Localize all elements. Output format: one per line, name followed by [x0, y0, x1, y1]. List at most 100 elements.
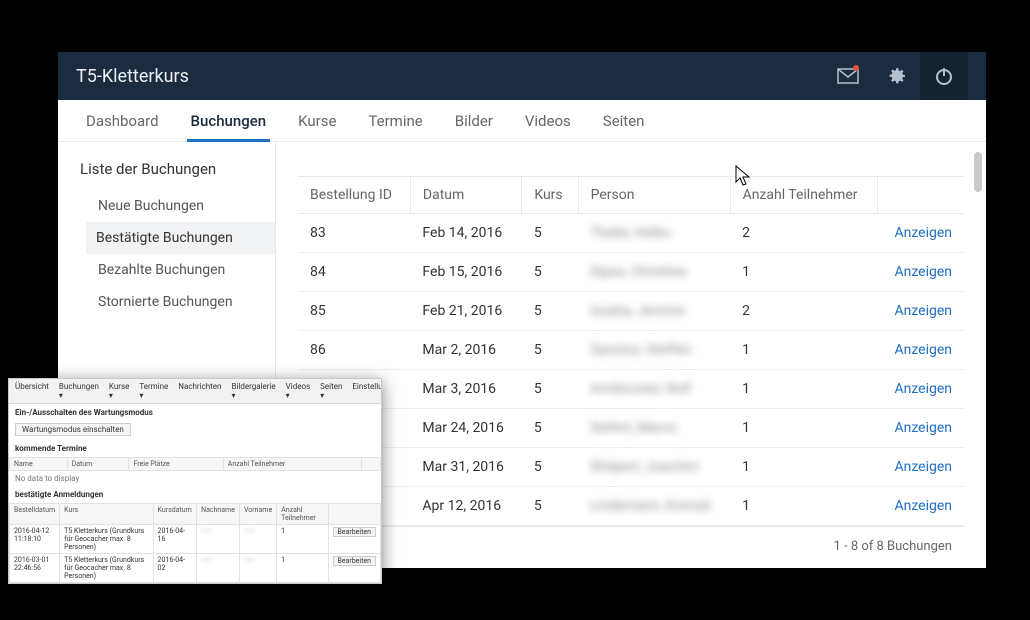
- ov-menu-videos[interactable]: Videos ▾: [284, 381, 312, 401]
- cell-date: Mar 2, 2016: [410, 331, 521, 370]
- table-row: Apr 12, 20165Lindemann, Konrad1Anzeigen: [298, 487, 964, 526]
- inbox-icon[interactable]: [824, 52, 872, 100]
- ov-cell-kursdatum: 2016-04-16: [153, 583, 197, 585]
- ov-menu-bildergalerie[interactable]: Bildergalerie ▾: [229, 381, 277, 401]
- ov-cell-vorname: ——: [239, 583, 276, 585]
- content: Bestellung ID Datum Kurs Person Anzahl T…: [276, 142, 986, 568]
- sidebar-item-neue[interactable]: Neue Buchungen: [86, 190, 275, 222]
- cell-count: 1: [730, 487, 878, 526]
- cell-count: 1: [730, 370, 878, 409]
- col-anzahl-teilnehmer[interactable]: Anzahl Teilnehmer: [730, 177, 878, 214]
- view-link[interactable]: Anzeigen: [878, 331, 964, 370]
- view-link[interactable]: Anzeigen: [878, 214, 964, 253]
- gear-icon[interactable]: [872, 52, 920, 100]
- overlay-row: 2016-03-2419:17:37T5 Kletterkurs (Grundk…: [10, 583, 381, 585]
- tab-bilder[interactable]: Bilder: [439, 100, 509, 141]
- cell-person: Sipos, Christine: [578, 253, 730, 292]
- ov-up-col-freie: Freie Plätze: [129, 458, 223, 471]
- view-link[interactable]: Anzeigen: [878, 292, 964, 331]
- ov-cell-vorname: ——: [239, 525, 276, 554]
- tab-buchungen[interactable]: Buchungen: [175, 100, 283, 141]
- ov-cell-action: Bearbeiten: [328, 554, 381, 583]
- cell-date: Feb 14, 2016: [410, 214, 521, 253]
- cell-count: 1: [730, 253, 878, 292]
- ov-cell-bestelldatum: 2016-04-1211:18:10: [10, 525, 60, 554]
- header-icons: [824, 52, 968, 100]
- overlay-maint-title: Ein-/Ausschalten des Wartungsmodus: [9, 404, 381, 421]
- table-header-row: Bestellung ID Datum Kurs Person Anzahl T…: [298, 177, 964, 214]
- ov-cell-kurs: T5 Kletterkurs (Grundkurs für Geocacher …: [60, 554, 153, 583]
- cell-kurs: 5: [522, 409, 578, 448]
- sidebar-title: Liste der Buchungen: [80, 160, 275, 178]
- table-row: 85Feb 21, 20165Izsaha, Jerome2Anzeigen: [298, 292, 964, 331]
- table-row: Mar 3, 20165Armbruster, Rolf1Anzeigen: [298, 370, 964, 409]
- tab-termine[interactable]: Termine: [352, 100, 438, 141]
- ov-cell-nachname: ——: [197, 525, 240, 554]
- ov-menu-buchungen[interactable]: Buchungen ▾: [57, 381, 101, 401]
- overlay-row: 2016-03-0122:46:56T5 Kletterkurs (Grundk…: [10, 554, 381, 583]
- ov-menu-termine[interactable]: Termine ▾: [137, 381, 170, 401]
- tab-dashboard[interactable]: Dashboard: [70, 100, 175, 141]
- ov-cf-col-vorname: Vorname: [239, 504, 276, 525]
- view-link[interactable]: Anzeigen: [878, 448, 964, 487]
- cell-count: 1: [730, 331, 878, 370]
- ov-menu-einstellungen[interactable]: Einstellungen: [350, 381, 382, 401]
- ov-cell-action: Bearbeiten: [328, 583, 381, 585]
- bookings-table: Bestellung ID Datum Kurs Person Anzahl T…: [298, 176, 964, 526]
- cell-count: 2: [730, 292, 878, 331]
- cell-date: Feb 15, 2016: [410, 253, 521, 292]
- ov-cell-bestelldatum: 2016-03-0122:46:56: [10, 554, 60, 583]
- tab-videos[interactable]: Videos: [509, 100, 587, 141]
- cell-count: 1: [730, 448, 878, 487]
- notification-badge: [853, 65, 859, 71]
- ov-cf-col-anzahl: Anzahl Teilnehmer: [277, 504, 328, 525]
- power-icon[interactable]: [920, 52, 968, 100]
- overlay-row: 2016-04-1211:18:10T5 Kletterkurs (Grundk…: [10, 525, 381, 554]
- sidebar-item-stornierte[interactable]: Stornierte Buchungen: [86, 286, 275, 318]
- ov-cell-kursdatum: 2016-04-02: [153, 554, 197, 583]
- cell-person: Sanstoz, Steffen: [578, 331, 730, 370]
- col-kurs[interactable]: Kurs: [522, 177, 578, 214]
- view-link[interactable]: Anzeigen: [878, 253, 964, 292]
- cell-id: 85: [298, 292, 410, 331]
- sidebar-item-bezahlte[interactable]: Bezahlte Buchungen: [86, 254, 275, 286]
- ov-up-col-name: Name: [10, 458, 68, 471]
- cell-date: Feb 21, 2016: [410, 292, 521, 331]
- overlay-edit-button[interactable]: Bearbeiten: [333, 527, 376, 537]
- col-bestellung-id[interactable]: Bestellung ID: [298, 177, 410, 214]
- legacy-admin-overlay: Übersicht Buchungen ▾ Kurse ▾ Termine ▾ …: [8, 378, 382, 584]
- nav-tabs: Dashboard Buchungen Kurse Termine Bilder…: [58, 100, 986, 142]
- ov-menu-seiten[interactable]: Seiten ▾: [318, 381, 344, 401]
- overlay-confirmed-title: bestätigte Anmeldungen: [9, 486, 381, 503]
- scrollbar[interactable]: [974, 152, 982, 192]
- tab-seiten[interactable]: Seiten: [587, 100, 661, 141]
- cell-person: Lindemann, Konrad: [578, 487, 730, 526]
- cell-person: Izsaha, Jerome: [578, 292, 730, 331]
- cell-kurs: 5: [522, 253, 578, 292]
- table-row: 83Feb 14, 20165Thaler, Heiko2Anzeigen: [298, 214, 964, 253]
- ov-cell-nachname: ——: [197, 554, 240, 583]
- view-link[interactable]: Anzeigen: [878, 487, 964, 526]
- ov-up-col-anzahl: Anzahl Teilnehmer: [223, 458, 361, 471]
- overlay-maint-button[interactable]: Wartungsmodus einschalten: [15, 423, 131, 436]
- app-header: T5-Kletterkurs: [58, 52, 986, 100]
- cell-date: Mar 3, 2016: [410, 370, 521, 409]
- view-link[interactable]: Anzeigen: [878, 370, 964, 409]
- view-link[interactable]: Anzeigen: [878, 409, 964, 448]
- ov-cell-kurs: T5 Kletterkurs (Grundkurs für Geocacher …: [60, 525, 153, 554]
- ov-menu-kurse[interactable]: Kurse ▾: [107, 381, 131, 401]
- cell-id: 84: [298, 253, 410, 292]
- col-person[interactable]: Person: [578, 177, 730, 214]
- overlay-edit-button[interactable]: Bearbeiten: [333, 556, 376, 566]
- cell-kurs: 5: [522, 370, 578, 409]
- ov-cell-nachname: ——: [197, 583, 240, 585]
- sidebar-item-bestaetigte[interactable]: Bestätigte Buchungen: [86, 222, 275, 254]
- cell-kurs: 5: [522, 448, 578, 487]
- tab-kurse[interactable]: Kurse: [282, 100, 352, 141]
- ov-menu-nachrichten[interactable]: Nachrichten: [176, 381, 223, 401]
- ov-cf-col-kurs: Kurs: [60, 504, 153, 525]
- ov-cf-col-nachname: Nachname: [197, 504, 240, 525]
- col-datum[interactable]: Datum: [410, 177, 521, 214]
- ov-menu-uebersicht[interactable]: Übersicht: [13, 381, 51, 401]
- overlay-upcoming-empty: No data to display: [9, 471, 381, 486]
